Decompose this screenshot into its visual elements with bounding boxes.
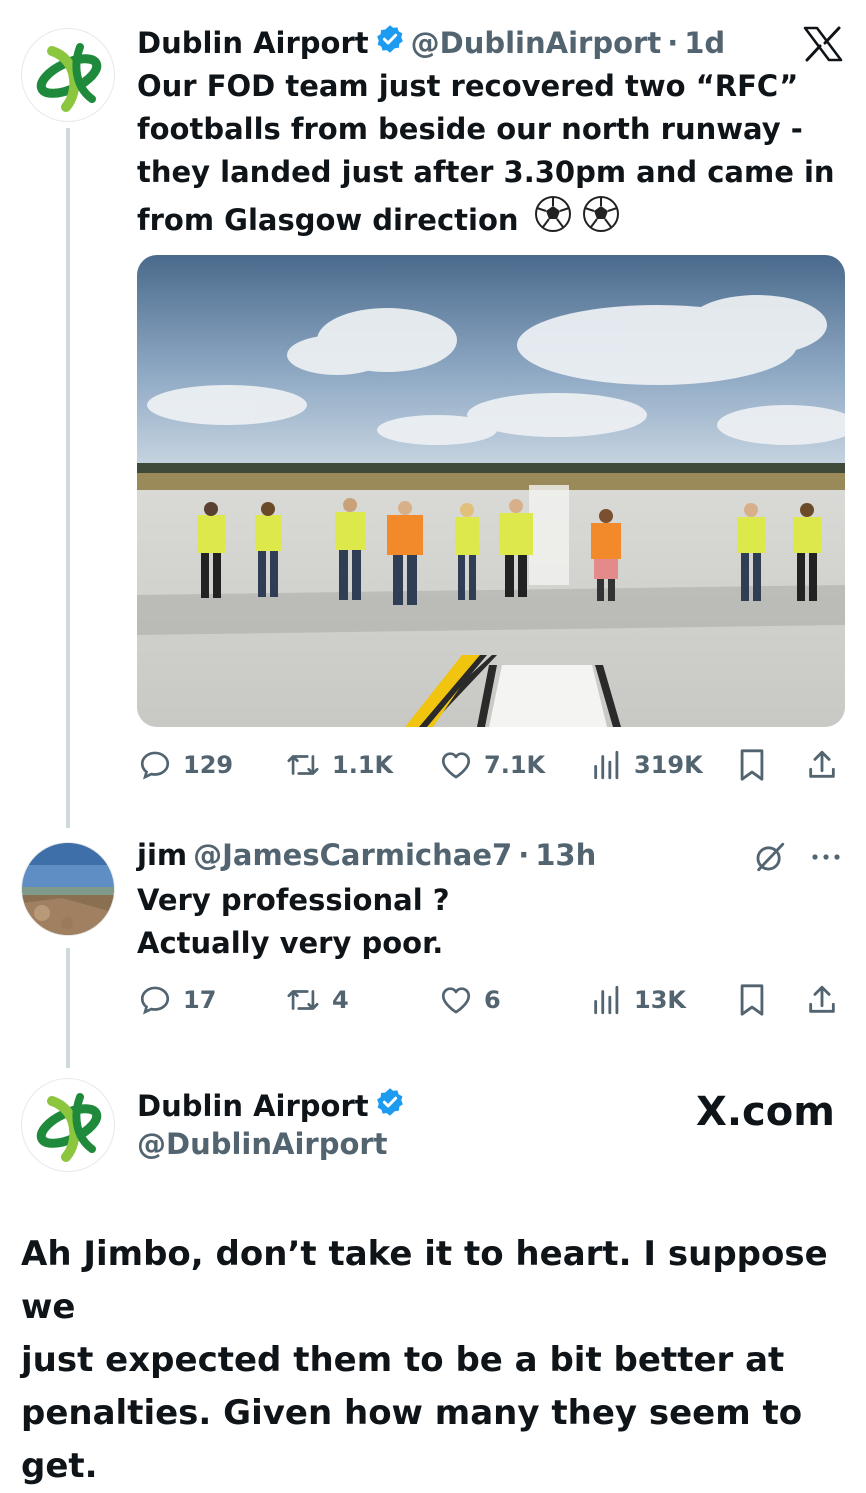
repost-icon (287, 755, 319, 775)
x-logo-icon[interactable] (803, 26, 843, 66)
author-handle[interactable]: @DublinAirport (411, 26, 662, 60)
reply-header: jim @JamesCarmichae7 · 13h (137, 838, 596, 872)
response-author-handle[interactable]: @DublinAirport (137, 1127, 388, 1161)
views-count: 13K (634, 986, 686, 1014)
views-count: 319K (634, 751, 703, 779)
response-text-line: penalties. Given how many they seem to g… (21, 1393, 803, 1486)
reply-author-name[interactable]: jim (137, 838, 187, 872)
jim-avatar-image (22, 843, 114, 935)
bookmark-icon (740, 749, 764, 781)
like-button[interactable]: 7.1K (438, 748, 545, 782)
runway-photo-image (137, 255, 845, 727)
dublin-airport-avatar[interactable] (21, 28, 115, 122)
tweet-text-line: Our FOD team just recovered two “RFC” (137, 69, 799, 103)
repost-icon (287, 990, 319, 1010)
response-text-line: Ah Jimbo, don’t take it to heart. I supp… (21, 1234, 828, 1327)
x-com-brand: X.com (690, 1089, 835, 1135)
views-button[interactable]: 13K (590, 983, 686, 1017)
share-icon (809, 750, 835, 778)
separator-dot: · (518, 838, 530, 872)
author-name[interactable]: Dublin Airport (137, 26, 369, 60)
response-text-line: just expected them to be a bit better at (21, 1340, 785, 1380)
thread-line-2 (66, 948, 70, 1068)
heart-icon (441, 752, 471, 779)
like-count: 6 (484, 986, 501, 1014)
bookmark-icon (740, 984, 764, 1016)
reply-text-line: Very professional ? (137, 883, 450, 917)
reply-time[interactable]: 13h (535, 838, 596, 872)
repost-button[interactable]: 4 (284, 983, 349, 1017)
grok-icon[interactable] (752, 840, 788, 878)
reply-count: 17 (183, 986, 217, 1014)
response-author-name[interactable]: Dublin Airport (137, 1089, 369, 1123)
views-icon (594, 985, 619, 1015)
share-icon (809, 985, 835, 1013)
tweet-text-line: they landed just after 3.30pm and came i… (137, 155, 835, 189)
reply-count: 129 (183, 751, 234, 779)
reply-icon (140, 986, 170, 1015)
share-button[interactable] (805, 748, 839, 782)
more-options-icon[interactable] (810, 848, 842, 867)
separator-dot: · (667, 25, 679, 60)
reply-author-handle[interactable]: @JamesCarmichae7 (193, 838, 512, 872)
repost-count: 4 (332, 986, 349, 1014)
heart-icon (441, 987, 471, 1014)
reply-text: Very professional ? Actually very poor. (137, 879, 837, 965)
like-button[interactable]: 6 (438, 983, 501, 1017)
dublin-airport-logo-icon (36, 43, 102, 112)
repost-button[interactable]: 1.1K (284, 748, 393, 782)
reply-icon (140, 751, 170, 780)
views-button[interactable]: 319K (590, 748, 703, 782)
dublin-airport-logo-icon (36, 1093, 102, 1162)
tweet-time[interactable]: 1d (684, 26, 725, 60)
bookmark-button[interactable] (737, 748, 767, 782)
tweet-action-bar: 129 1.1K 7.1K 319K (137, 748, 842, 784)
reply-button[interactable]: 17 (137, 983, 216, 1017)
bookmark-button[interactable] (737, 983, 767, 1017)
tweet-header: Dublin Airport @DublinAirport · 1d (137, 24, 725, 61)
tweet-text-line: from Glasgow direction (137, 202, 519, 237)
dublin-airport-avatar[interactable] (21, 1078, 115, 1172)
thread-line-1 (66, 128, 70, 828)
reply-text-line: Actually very poor. (137, 926, 444, 960)
share-button[interactable] (805, 983, 839, 1017)
response-author-row: Dublin Airport (137, 1087, 405, 1124)
verified-badge-icon (375, 24, 405, 61)
repost-count: 1.1K (332, 751, 394, 779)
response-text: Ah Jimbo, don’t take it to heart. I supp… (21, 1228, 851, 1493)
football-emoji-icon (533, 194, 621, 246)
reply-button[interactable]: 129 (137, 748, 233, 782)
tweet-text-line: footballs from beside our north runway - (137, 112, 803, 146)
reply-action-bar: 17 4 6 13K (137, 983, 842, 1019)
like-count: 7.1K (484, 751, 546, 779)
tweet-text: Our FOD team just recovered two “RFC” fo… (137, 65, 837, 246)
views-icon (594, 750, 619, 780)
tweet-photo[interactable] (137, 255, 845, 727)
verified-badge-icon (375, 1087, 405, 1124)
jim-avatar[interactable] (21, 842, 115, 936)
